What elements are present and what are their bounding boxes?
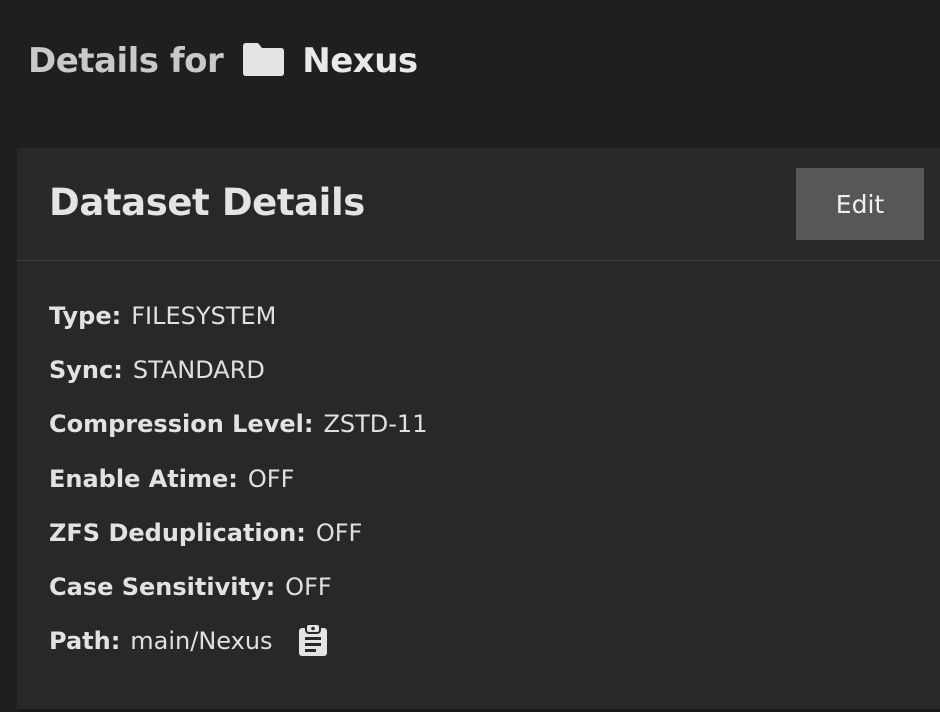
detail-label: Path: bbox=[49, 627, 121, 656]
dataset-name: Nexus bbox=[302, 41, 418, 81]
detail-label: ZFS Deduplication: bbox=[49, 518, 306, 547]
detail-value: STANDARD bbox=[132, 356, 265, 385]
card-header: Dataset Details Edit bbox=[17, 148, 940, 261]
page-title-prefix: Details for bbox=[28, 41, 224, 81]
detail-row-case-sensitivity: Case Sensitivity: OFF bbox=[49, 569, 427, 623]
edit-button[interactable]: Edit bbox=[796, 168, 924, 240]
card-title: Dataset Details bbox=[49, 181, 365, 224]
detail-row-path: Path: main/Nexus bbox=[49, 623, 427, 677]
detail-value: ZSTD-11 bbox=[323, 410, 428, 439]
detail-label: Compression Level: bbox=[49, 410, 314, 439]
detail-row-sync: Sync: STANDARD bbox=[49, 352, 427, 406]
detail-label: Sync: bbox=[49, 356, 123, 385]
detail-label: Type: bbox=[49, 302, 122, 330]
details-list: Type: FILESYSTEM Sync: STANDARD Compress… bbox=[49, 298, 427, 677]
detail-row-type: Type: FILESYSTEM bbox=[49, 298, 427, 352]
clipboard-copy-icon[interactable] bbox=[298, 623, 328, 657]
detail-value: main/Nexus bbox=[130, 627, 273, 656]
detail-row-compression-level: Compression Level: ZSTD-11 bbox=[49, 406, 427, 460]
dataset-details-page: Details for Nexus Dataset Details Edit T… bbox=[0, 0, 940, 712]
folder-icon bbox=[243, 42, 285, 76]
dataset-details-card: Dataset Details Edit Type: FILESYSTEM Sy… bbox=[17, 148, 940, 712]
detail-row-zfs-deduplication: ZFS Deduplication: OFF bbox=[49, 515, 427, 569]
detail-value: OFF bbox=[315, 518, 363, 547]
detail-label: Enable Atime: bbox=[49, 464, 238, 493]
detail-value: OFF bbox=[247, 464, 295, 493]
detail-row-enable-atime: Enable Atime: OFF bbox=[49, 461, 427, 515]
detail-label: Case Sensitivity: bbox=[49, 572, 276, 601]
detail-value: OFF bbox=[285, 572, 332, 601]
detail-value: FILESYSTEM bbox=[131, 302, 277, 330]
page-title: Details for Nexus bbox=[28, 38, 418, 84]
